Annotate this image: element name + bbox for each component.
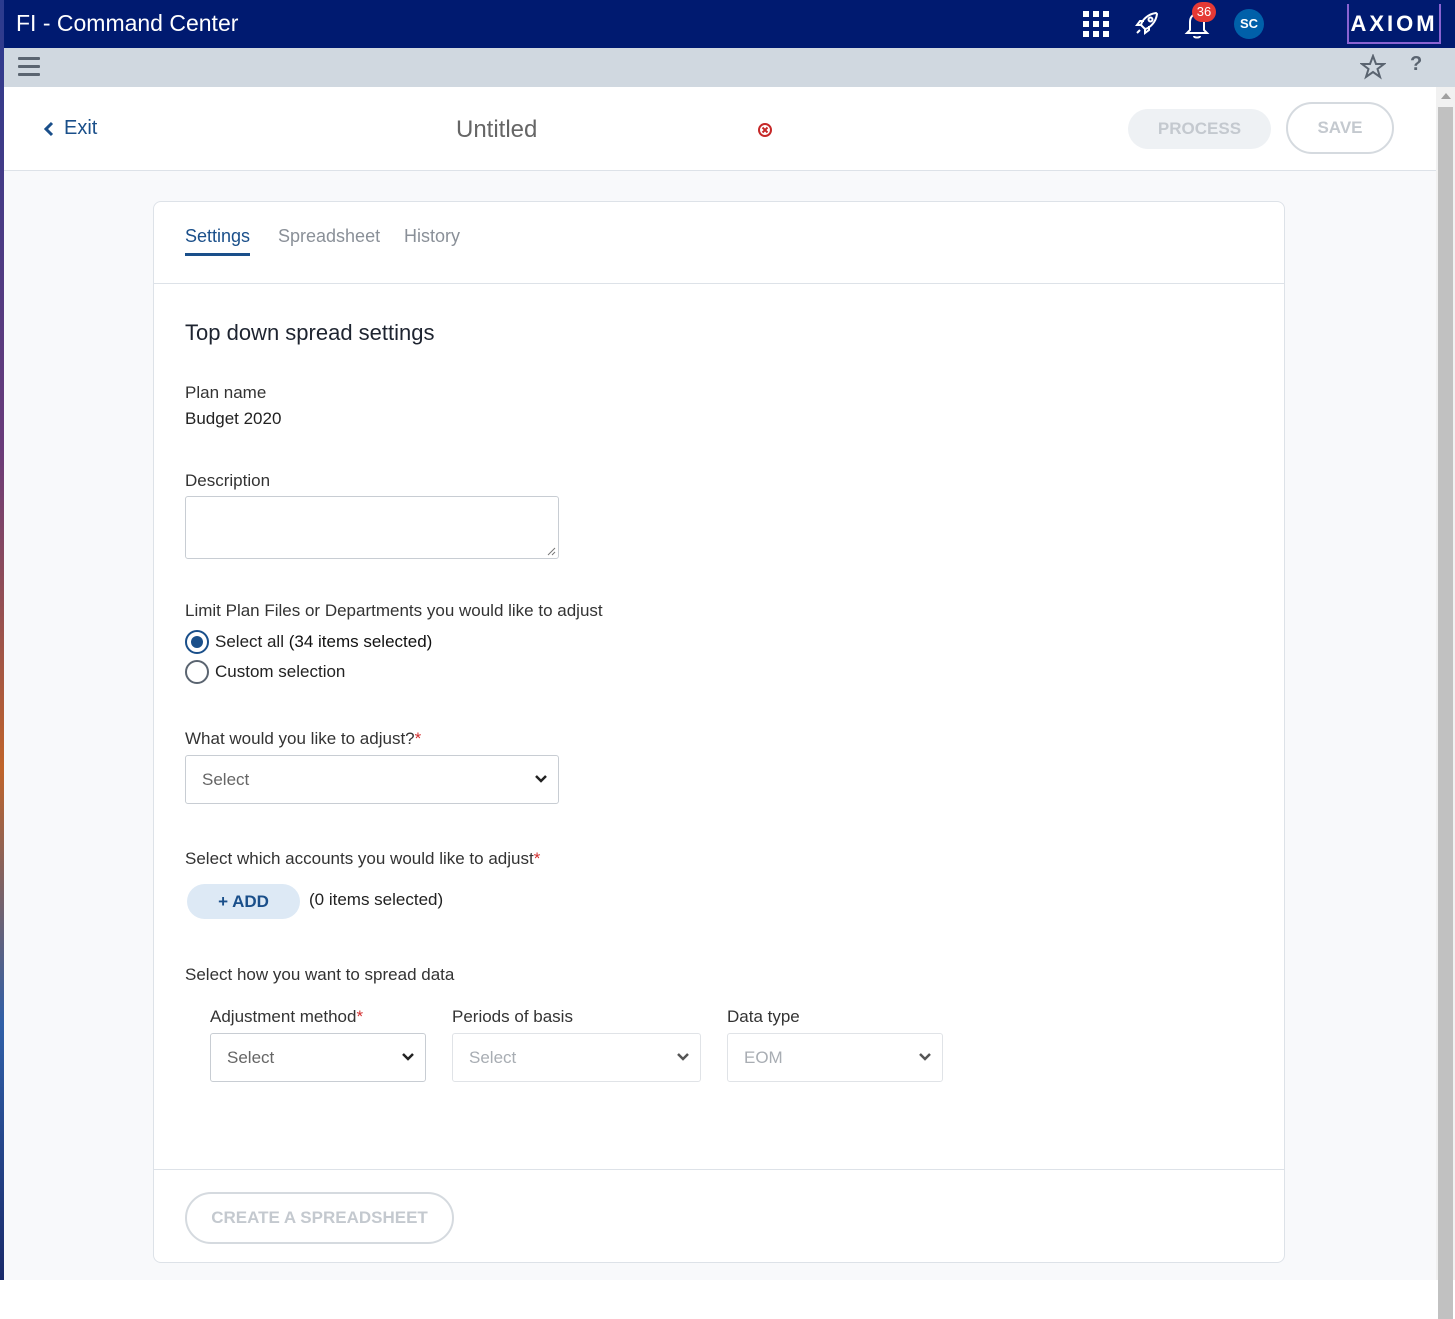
add-accounts-button[interactable]: + ADD [187, 884, 300, 919]
method-label: Adjustment method* [210, 1007, 364, 1026]
chevron-down-icon [535, 775, 547, 783]
adjust-label: What would you like to adjust?* [185, 729, 422, 748]
chevron-down-icon [402, 1053, 414, 1061]
tab-settings[interactable]: Settings [185, 226, 251, 256]
description-textarea[interactable] [185, 496, 559, 559]
required-marker: * [533, 849, 541, 868]
data-type-select[interactable]: EOM [727, 1033, 943, 1082]
adjust-select[interactable]: Select [185, 755, 559, 804]
card-footer-divider [154, 1169, 1284, 1170]
chevron-down-icon [919, 1053, 931, 1061]
select-all-label: Select all [215, 632, 284, 651]
exit-label: Exit [64, 117, 98, 139]
spread-label: Select how you want to spread data [185, 965, 455, 984]
chevron-down-icon [677, 1053, 689, 1061]
radio-custom-selection[interactable]: Custom selection [185, 660, 345, 684]
exit-link[interactable]: Exit [44, 117, 97, 140]
settings-card: Settings Spreadsheet History Top down sp… [153, 201, 1285, 1263]
datatype-select-value: EOM [744, 1048, 783, 1067]
avatar[interactable]: SC [1234, 9, 1264, 39]
app-title: FI - Command Center [16, 10, 239, 36]
resize-handle-icon[interactable] [546, 546, 556, 556]
tab-bar: Settings Spreadsheet History [154, 202, 1284, 284]
radio-select-all[interactable]: Select all (34 items selected) [185, 630, 432, 654]
radio-button-checked[interactable] [185, 630, 209, 654]
top-app-bar: FI - Command Center 36 SC AXIOM [4, 0, 1455, 48]
help-icon[interactable]: ? [1410, 53, 1422, 76]
required-marker: * [356, 1007, 364, 1026]
select-all-count: (34 items selected) [288, 632, 433, 651]
document-title[interactable]: Untitled [456, 116, 537, 144]
radio-button-unchecked[interactable] [185, 660, 209, 684]
scroll-up-arrow-icon[interactable] [1441, 93, 1451, 99]
notification-badge: 36 [1192, 2, 1216, 22]
page-header: Exit Untitled PROCESS SAVE [4, 87, 1436, 171]
custom-selection-label: Custom selection [215, 662, 346, 681]
plan-name-label: Plan name [185, 383, 267, 402]
rocket-icon[interactable] [1132, 8, 1162, 43]
periods-of-basis-select[interactable]: Select [452, 1033, 701, 1082]
method-select-value: Select [227, 1048, 275, 1067]
chevron-left-icon [44, 121, 54, 136]
description-label: Description [185, 471, 271, 490]
required-marker: * [414, 729, 422, 748]
adjust-select-value: Select [202, 770, 250, 789]
limit-label: Limit Plan Files or Departments you woul… [185, 601, 603, 620]
periods-select-value: Select [469, 1048, 517, 1067]
plan-name-value: Budget 2020 [185, 409, 282, 428]
star-icon[interactable] [1359, 53, 1387, 85]
scrollbar-thumb[interactable] [1438, 107, 1453, 1319]
adjustment-method-select[interactable]: Select [210, 1033, 426, 1082]
create-spreadsheet-button[interactable]: CREATE A SPREADSHEET [185, 1192, 454, 1244]
secondary-toolbar: ? [4, 48, 1455, 87]
periods-label: Periods of basis [452, 1007, 573, 1026]
apps-grid-icon[interactable] [1083, 11, 1109, 37]
section-title: Top down spread settings [185, 320, 435, 345]
accounts-label: Select which accounts you would like to … [185, 849, 541, 868]
accounts-count: (0 items selected) [309, 890, 444, 909]
save-button[interactable]: SAVE [1286, 102, 1394, 154]
tab-history[interactable]: History [404, 226, 460, 253]
scrollbar[interactable] [1436, 87, 1455, 1319]
datatype-label: Data type [727, 1007, 800, 1026]
error-circle-icon [757, 122, 773, 143]
main-content: Settings Spreadsheet History Top down sp… [4, 171, 1436, 1280]
tab-spreadsheet[interactable]: Spreadsheet [278, 226, 380, 253]
axiom-logo: AXIOM [1347, 4, 1441, 44]
hamburger-icon[interactable] [18, 57, 40, 77]
process-button[interactable]: PROCESS [1128, 109, 1271, 149]
